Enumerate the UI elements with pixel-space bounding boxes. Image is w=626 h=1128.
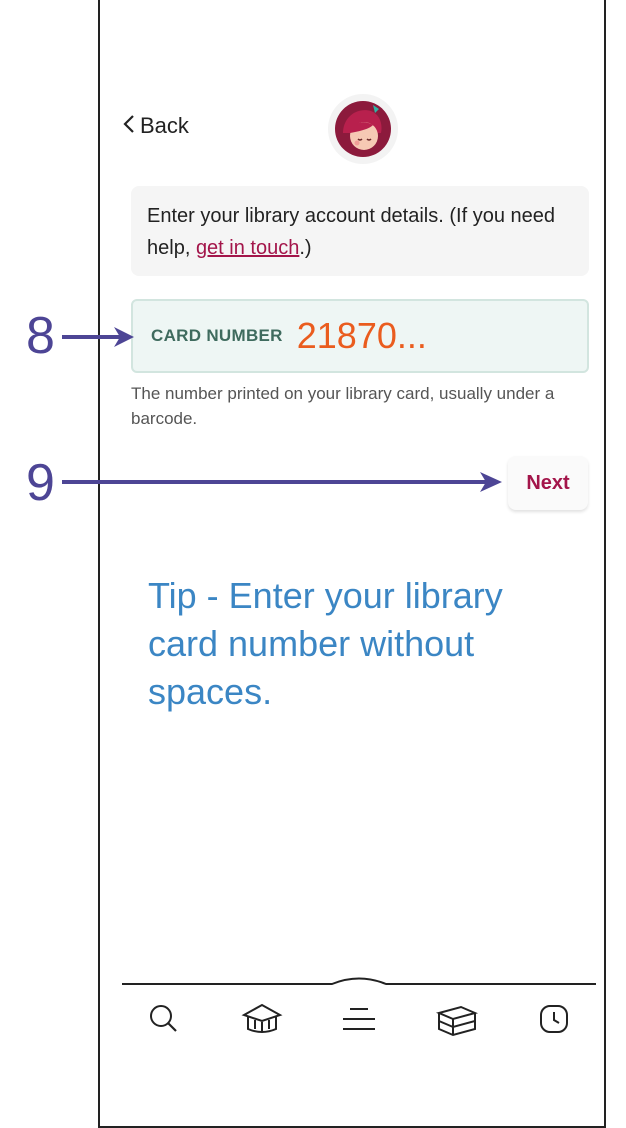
nav-search[interactable] [142,997,186,1041]
nav-activity[interactable] [532,997,576,1041]
nav-shelf[interactable] [435,997,479,1041]
tip-text: Tip - Enter your library card number wit… [148,575,503,712]
books-icon [435,1005,478,1037]
menu-icon [343,1008,375,1030]
library-icon [241,1003,282,1033]
nav-library[interactable] [240,997,284,1041]
search-icon [150,1005,177,1032]
arrow-8-icon [62,327,134,347]
nav-menu[interactable] [337,997,381,1041]
annotation-arrows [62,327,502,492]
arrow-9-icon [62,472,502,492]
bottom-nav [122,994,596,1044]
clock-icon [540,1005,568,1033]
nav-divider [122,977,596,985]
